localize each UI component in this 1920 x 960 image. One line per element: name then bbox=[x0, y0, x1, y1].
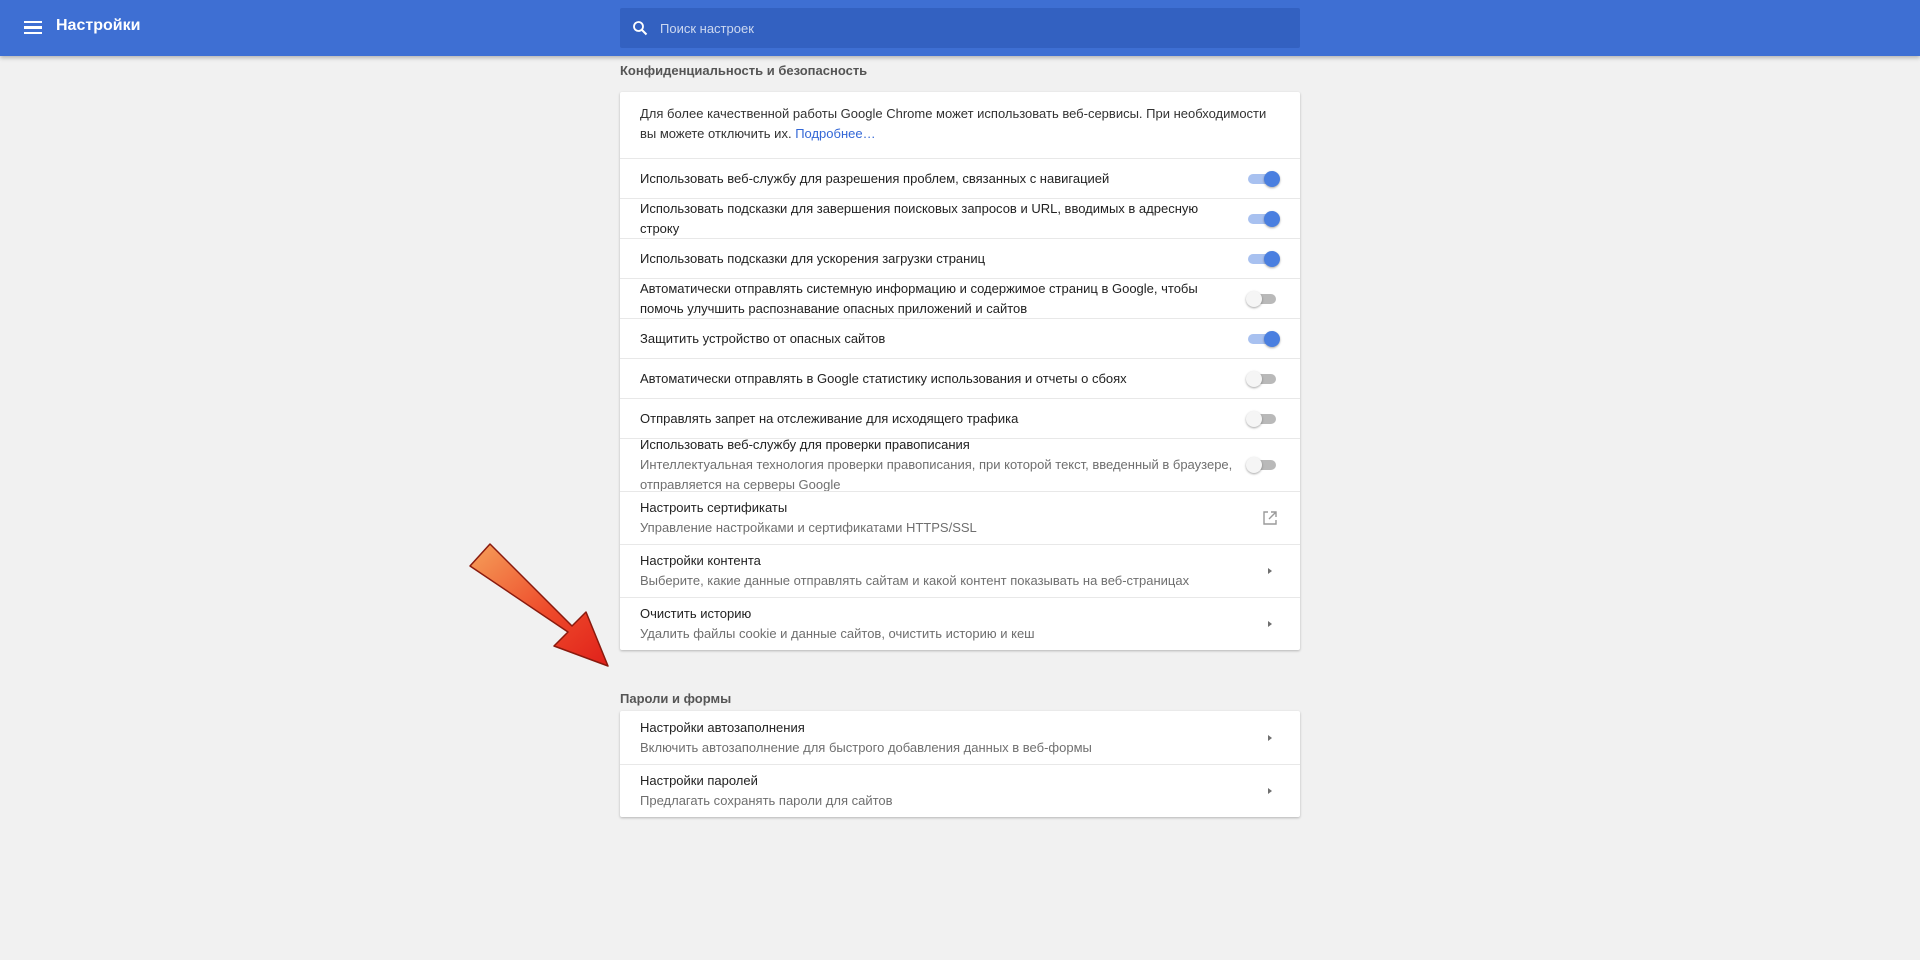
settings-content: Конфиденциальность и безопасность Для бо… bbox=[620, 56, 1300, 817]
setting-row-subtitle: Управление настройками и сертификатами H… bbox=[640, 520, 977, 535]
setting-row-autofill[interactable]: Настройки автозаполнения Включить автоза… bbox=[620, 711, 1300, 764]
page-title: Настройки bbox=[56, 17, 141, 34]
setting-row-title: Автоматически отправлять системную инфор… bbox=[640, 280, 1198, 316]
search-input[interactable] bbox=[660, 20, 1300, 36]
privacy-intro: Для более качественной работы Google Chr… bbox=[620, 92, 1300, 158]
section-title-privacy: Конфиденциальность и безопасность bbox=[620, 63, 868, 78]
setting-row-extended-reporting[interactable]: Автоматически отправлять системную инфор… bbox=[620, 278, 1300, 318]
setting-row-passwords[interactable]: Настройки паролей Предлагать сохранять п… bbox=[620, 764, 1300, 817]
setting-row-subtitle: Выберите, какие данные отправлять сайтам… bbox=[640, 573, 1190, 588]
search-box[interactable] bbox=[620, 8, 1300, 48]
setting-row-content-settings[interactable]: Настройки контента Выберите, какие данны… bbox=[620, 544, 1300, 597]
setting-row-title: Использовать веб-службу для проверки пра… bbox=[640, 437, 970, 452]
setting-row-safe-browsing[interactable]: Защитить устройство от опасных сайтов bbox=[620, 318, 1300, 358]
setting-row-title: Настройки паролей bbox=[640, 773, 758, 788]
toggle-switch[interactable] bbox=[1246, 290, 1280, 307]
toggle-switch[interactable] bbox=[1246, 210, 1280, 227]
toggle-switch[interactable] bbox=[1246, 457, 1280, 473]
learn-more-link[interactable]: Подробнее… bbox=[795, 126, 875, 141]
search-icon bbox=[620, 8, 660, 48]
setting-row-title: Настройки автозаполнения bbox=[640, 719, 805, 735]
privacy-card: Для более качественной работы Google Chr… bbox=[620, 92, 1300, 650]
setting-row-title: Отправлять запрет на отслеживание для ис… bbox=[640, 410, 1019, 426]
setting-row-navigation-errors[interactable]: Использовать веб-службу для разрешения п… bbox=[620, 158, 1300, 198]
setting-row-title: Очистить историю bbox=[640, 606, 752, 621]
setting-row-clear-history[interactable]: Очистить историю Удалить файлы cookie и … bbox=[620, 597, 1300, 650]
setting-row-title: Защитить устройство от опасных сайтов bbox=[640, 330, 886, 346]
setting-row-search-suggestions[interactable]: Использовать подсказки для завершения по… bbox=[620, 198, 1300, 238]
setting-row-do-not-track[interactable]: Отправлять запрет на отслеживание для ис… bbox=[620, 398, 1300, 438]
hamburger-menu-icon[interactable] bbox=[24, 18, 44, 38]
setting-row-subtitle: Предлагать сохранять пароли для сайтов bbox=[640, 793, 893, 808]
top-bar: Настройки bbox=[0, 0, 1920, 56]
setting-row-subtitle: Включить автозаполнение для быстрого доб… bbox=[640, 739, 1092, 755]
setting-row-prefetch[interactable]: Использовать подсказки для ускорения заг… bbox=[620, 238, 1300, 278]
annotation-arrow-icon bbox=[469, 543, 609, 667]
chevron-right-icon bbox=[1262, 616, 1278, 632]
setting-row-subtitle: Удалить файлы cookie и данные сайтов, оч… bbox=[640, 626, 1035, 641]
toggle-switch[interactable] bbox=[1246, 370, 1280, 387]
toggle-switch[interactable] bbox=[1246, 250, 1280, 267]
setting-row-title: Автоматически отправлять в Google статис… bbox=[640, 370, 1127, 386]
setting-row-title: Настроить сертификаты bbox=[640, 500, 788, 515]
setting-row-title: Использовать веб-службу для разрешения п… bbox=[640, 170, 1110, 186]
setting-row-title: Настройки контента bbox=[640, 553, 761, 568]
section-title-passwords: Пароли и формы bbox=[620, 691, 732, 706]
privacy-intro-text: Для более качественной работы Google Chr… bbox=[640, 106, 1267, 141]
setting-row-usage-stats[interactable]: Автоматически отправлять в Google статис… bbox=[620, 358, 1300, 398]
setting-row-certificates[interactable]: Настроить сертификаты Управление настрой… bbox=[620, 491, 1300, 544]
setting-row-title: Использовать подсказки для ускорения заг… bbox=[640, 250, 986, 266]
chevron-right-icon bbox=[1262, 783, 1278, 799]
setting-row-subtitle: Интеллектуальная технология проверки пра… bbox=[640, 457, 1233, 492]
toggle-switch[interactable] bbox=[1246, 410, 1280, 427]
external-link-icon[interactable] bbox=[1262, 510, 1278, 526]
toggle-switch[interactable] bbox=[1246, 330, 1280, 347]
chevron-right-icon bbox=[1262, 730, 1278, 746]
setting-row-title: Использовать подсказки для завершения по… bbox=[640, 200, 1199, 236]
setting-row-spellcheck[interactable]: Использовать веб-службу для проверки пра… bbox=[620, 437, 1300, 492]
passwords-card: Настройки автозаполнения Включить автоза… bbox=[620, 711, 1300, 817]
chevron-right-icon bbox=[1262, 563, 1278, 579]
toggle-switch[interactable] bbox=[1246, 170, 1280, 187]
